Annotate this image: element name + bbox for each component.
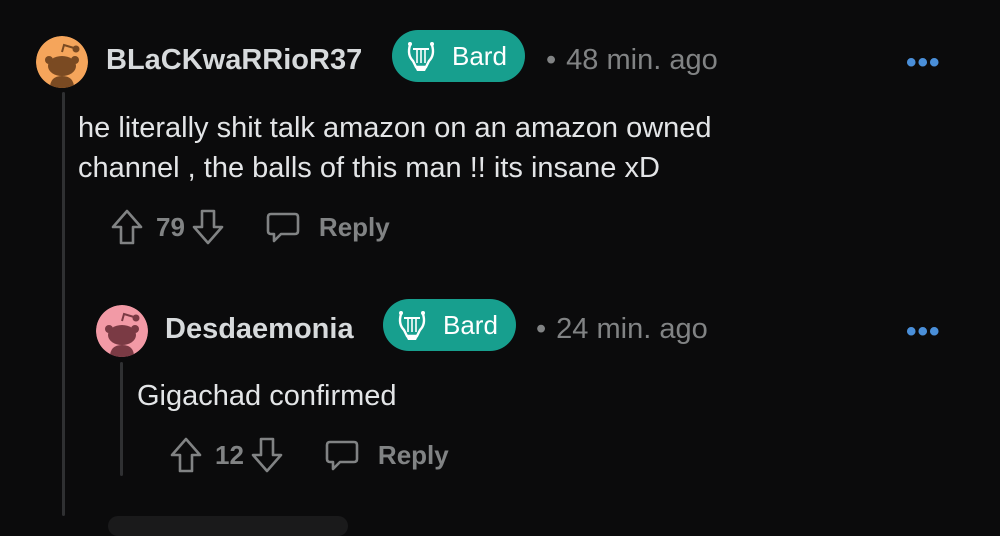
- upvote-icon[interactable]: [169, 436, 203, 474]
- downvote-icon[interactable]: [250, 436, 284, 474]
- comment-actions: 12 Reply: [169, 436, 449, 474]
- more-options-icon[interactable]: •••: [906, 317, 941, 347]
- reply-icon[interactable]: [324, 438, 360, 472]
- vote-count: 12: [215, 439, 244, 470]
- username[interactable]: Desdaemonia: [165, 313, 354, 346]
- comment-meta: • 24 min. ago: [536, 313, 708, 346]
- user-flair: Bard: [383, 299, 516, 351]
- lyre-icon: [395, 308, 429, 342]
- reply-button[interactable]: Reply: [378, 440, 449, 471]
- timestamp: 24 min. ago: [556, 313, 708, 345]
- meta-separator: •: [536, 313, 547, 345]
- flair-label: Bard: [443, 309, 498, 340]
- avatar[interactable]: [96, 305, 148, 357]
- comment-body: Gigachad confirmed: [137, 376, 937, 416]
- snoo-avatar-icon: [96, 305, 148, 357]
- next-item-peek: [108, 516, 348, 536]
- comment-body-line: Gigachad confirmed: [137, 380, 397, 412]
- comment-reply: Desdaemonia Bard • 24 min. ago ••• Gigach…: [0, 0, 1000, 524]
